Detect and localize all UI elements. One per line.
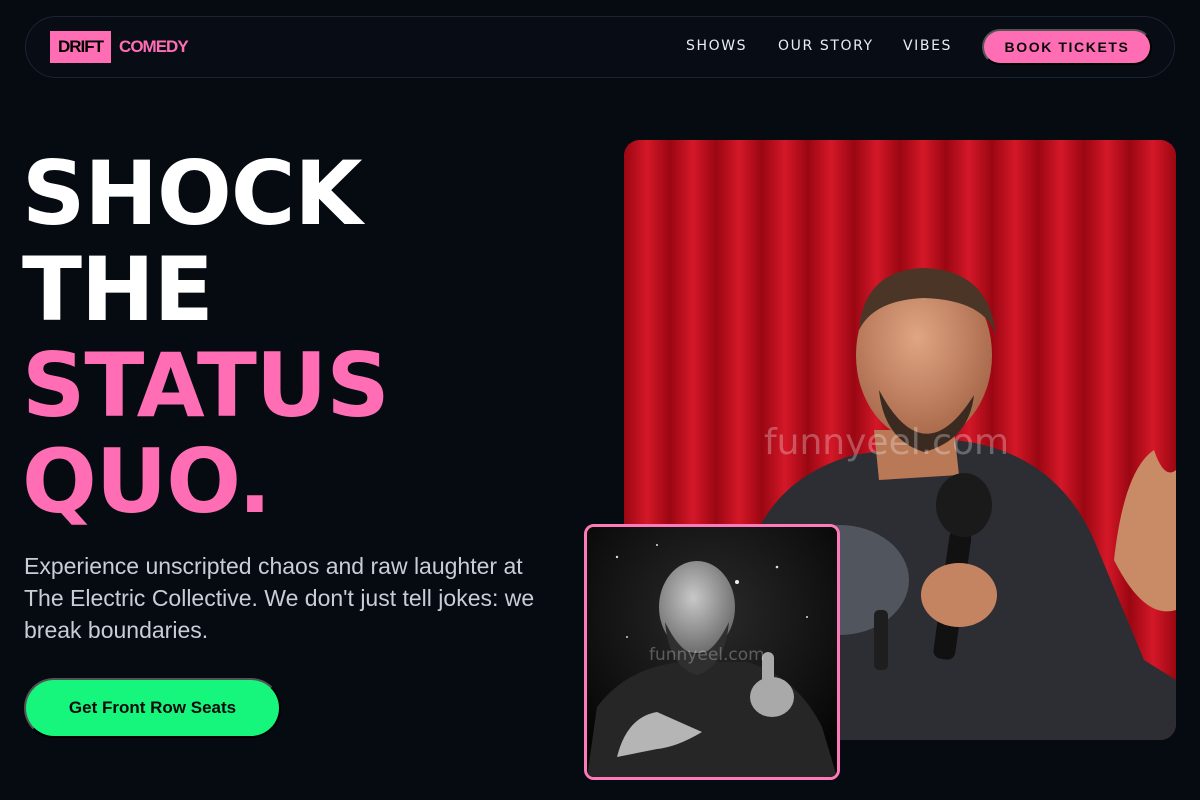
nav-link-vibes[interactable]: VIBES bbox=[903, 38, 952, 54]
bald-comedian-pointing-icon bbox=[587, 527, 837, 777]
nav-link-shows[interactable]: SHOWS bbox=[686, 38, 747, 54]
get-front-row-seats-button[interactable]: Get Front Row Seats bbox=[24, 678, 281, 738]
headline-line-1: SHOCK bbox=[22, 142, 363, 245]
top-navbar: DRIFT COMEDY SHOWS OUR STORY VIBES BOOK … bbox=[25, 16, 1175, 78]
hero-lead-text: Experience unscripted chaos and raw laug… bbox=[24, 553, 535, 643]
landing-page: DRIFT COMEDY SHOWS OUR STORY VIBES BOOK … bbox=[0, 0, 1200, 800]
hero-headline: SHOCK THE STATUS QUO. bbox=[22, 142, 390, 533]
book-tickets-button[interactable]: BOOK TICKETS bbox=[982, 29, 1152, 65]
headline-line-2: THE bbox=[22, 238, 214, 341]
headline-line-3: STATUS bbox=[22, 334, 390, 437]
nav-link-our-story[interactable]: OUR STORY bbox=[778, 38, 874, 54]
comedian-inset-photo: funnyeel.com bbox=[584, 524, 840, 780]
headline-line-4: QUO. bbox=[22, 430, 272, 533]
